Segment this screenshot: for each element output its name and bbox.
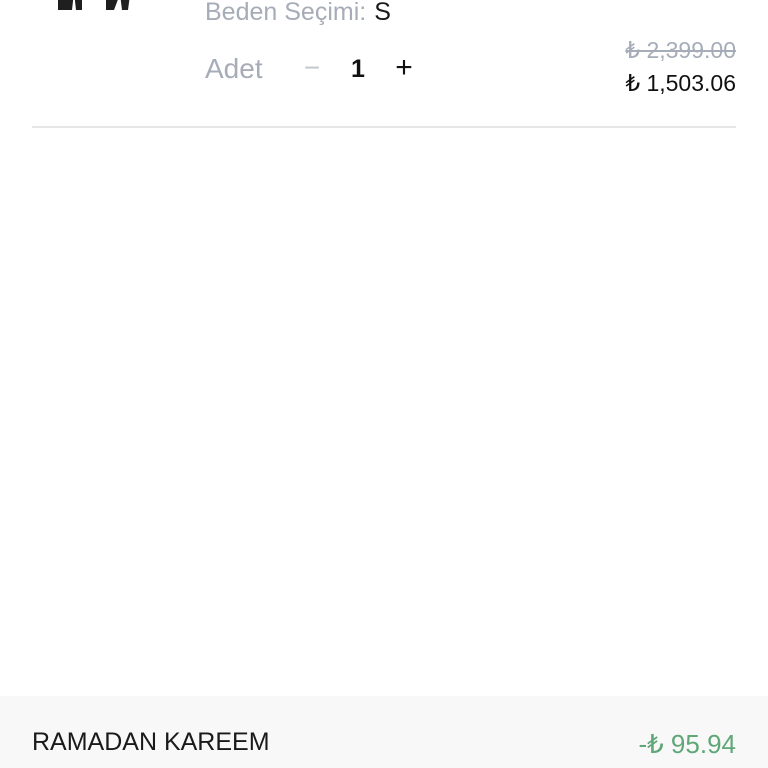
coupon-name: RAMADAN KAREEM xyxy=(32,728,270,756)
product-image[interactable] xyxy=(56,0,134,12)
quantity-label: Adet xyxy=(205,53,263,84)
product-thumbnail-icon xyxy=(58,0,130,10)
size-selection: Beden Seçimi: S xyxy=(205,0,391,26)
cart-item: Beden Seçimi: S Adet − 1 + ₺ 2,399.00 ₺ 1… xyxy=(0,0,768,127)
original-price: ₺ 2,399.00 xyxy=(625,37,736,63)
quantity-value: 1 xyxy=(351,55,365,83)
discount-amount: -₺ 95.94 xyxy=(638,729,737,759)
cart-page: Beden Seçimi: S Adet − 1 + ₺ 2,399.00 ₺ 1… xyxy=(0,0,768,768)
size-value: S xyxy=(374,0,391,26)
size-label: Beden Seçimi: xyxy=(205,0,367,26)
quantity-decrease-button[interactable]: − xyxy=(298,50,326,86)
divider xyxy=(32,126,736,128)
order-summary-bar: RAMADAN KAREEM -₺ 95.94 xyxy=(0,696,768,768)
discounted-price: ₺ 1,503.06 xyxy=(625,70,736,96)
quantity-increase-button[interactable]: + xyxy=(390,50,418,86)
